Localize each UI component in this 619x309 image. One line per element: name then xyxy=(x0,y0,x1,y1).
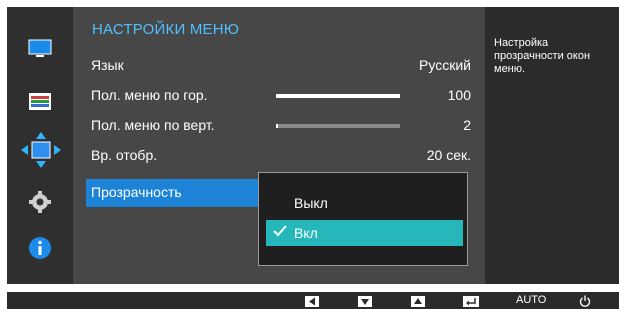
v-position-slider[interactable] xyxy=(276,124,400,128)
description-text: Настройка прозрачности окон меню. xyxy=(494,37,591,75)
menu-item-label: Пол. меню по гор. xyxy=(91,87,208,103)
sidebar xyxy=(7,7,71,284)
picture-icon[interactable] xyxy=(28,37,52,61)
down-arrow-icon[interactable] xyxy=(358,296,372,307)
menu-item-value: 100 xyxy=(447,87,471,103)
left-arrow-icon[interactable] xyxy=(305,296,319,307)
transparency-dropdown: Выкл Вкл xyxy=(258,172,468,266)
menu-item-value: Русский xyxy=(419,57,471,73)
size-position-icon[interactable] xyxy=(21,132,61,168)
up-arrow-icon[interactable] xyxy=(411,296,425,307)
menu-item-value: 20 сек. xyxy=(426,147,471,163)
menu-item-label: Прозрачность xyxy=(91,184,182,200)
menu-title: НАСТРОЙКИ МЕНЮ xyxy=(92,21,240,38)
enter-icon[interactable] xyxy=(463,296,479,307)
option-label: Вкл xyxy=(294,225,318,241)
option-on[interactable]: Вкл xyxy=(266,220,463,246)
description-panel: Настройка прозрачности окон меню. xyxy=(487,7,619,284)
color-icon[interactable] xyxy=(28,90,52,114)
menu-item-v-position[interactable]: Пол. меню по верт. 2 xyxy=(91,114,471,136)
menu-item-label: Язык xyxy=(91,57,124,73)
menu-item-label: Пол. меню по верт. xyxy=(91,117,215,133)
menu-item-transparency[interactable]: Прозрачность xyxy=(86,179,261,207)
menu-item-h-position[interactable]: Пол. меню по гор. 100 xyxy=(91,84,471,106)
option-label: Выкл xyxy=(294,195,328,211)
settings-gear-icon[interactable] xyxy=(28,190,52,214)
info-icon[interactable] xyxy=(28,236,52,260)
option-off[interactable]: Выкл xyxy=(266,190,463,216)
menu-item-value: 2 xyxy=(463,117,471,133)
checkmark-icon xyxy=(273,225,287,237)
menu-item-display-time[interactable]: Вр. отобр. 20 сек. xyxy=(91,144,471,166)
h-position-slider[interactable] xyxy=(276,94,400,98)
power-icon[interactable] xyxy=(579,295,591,307)
auto-button[interactable]: AUTO xyxy=(516,294,546,306)
menu-item-language[interactable]: Язык Русский xyxy=(91,54,471,76)
menu-item-label: Вр. отобр. xyxy=(91,147,158,163)
